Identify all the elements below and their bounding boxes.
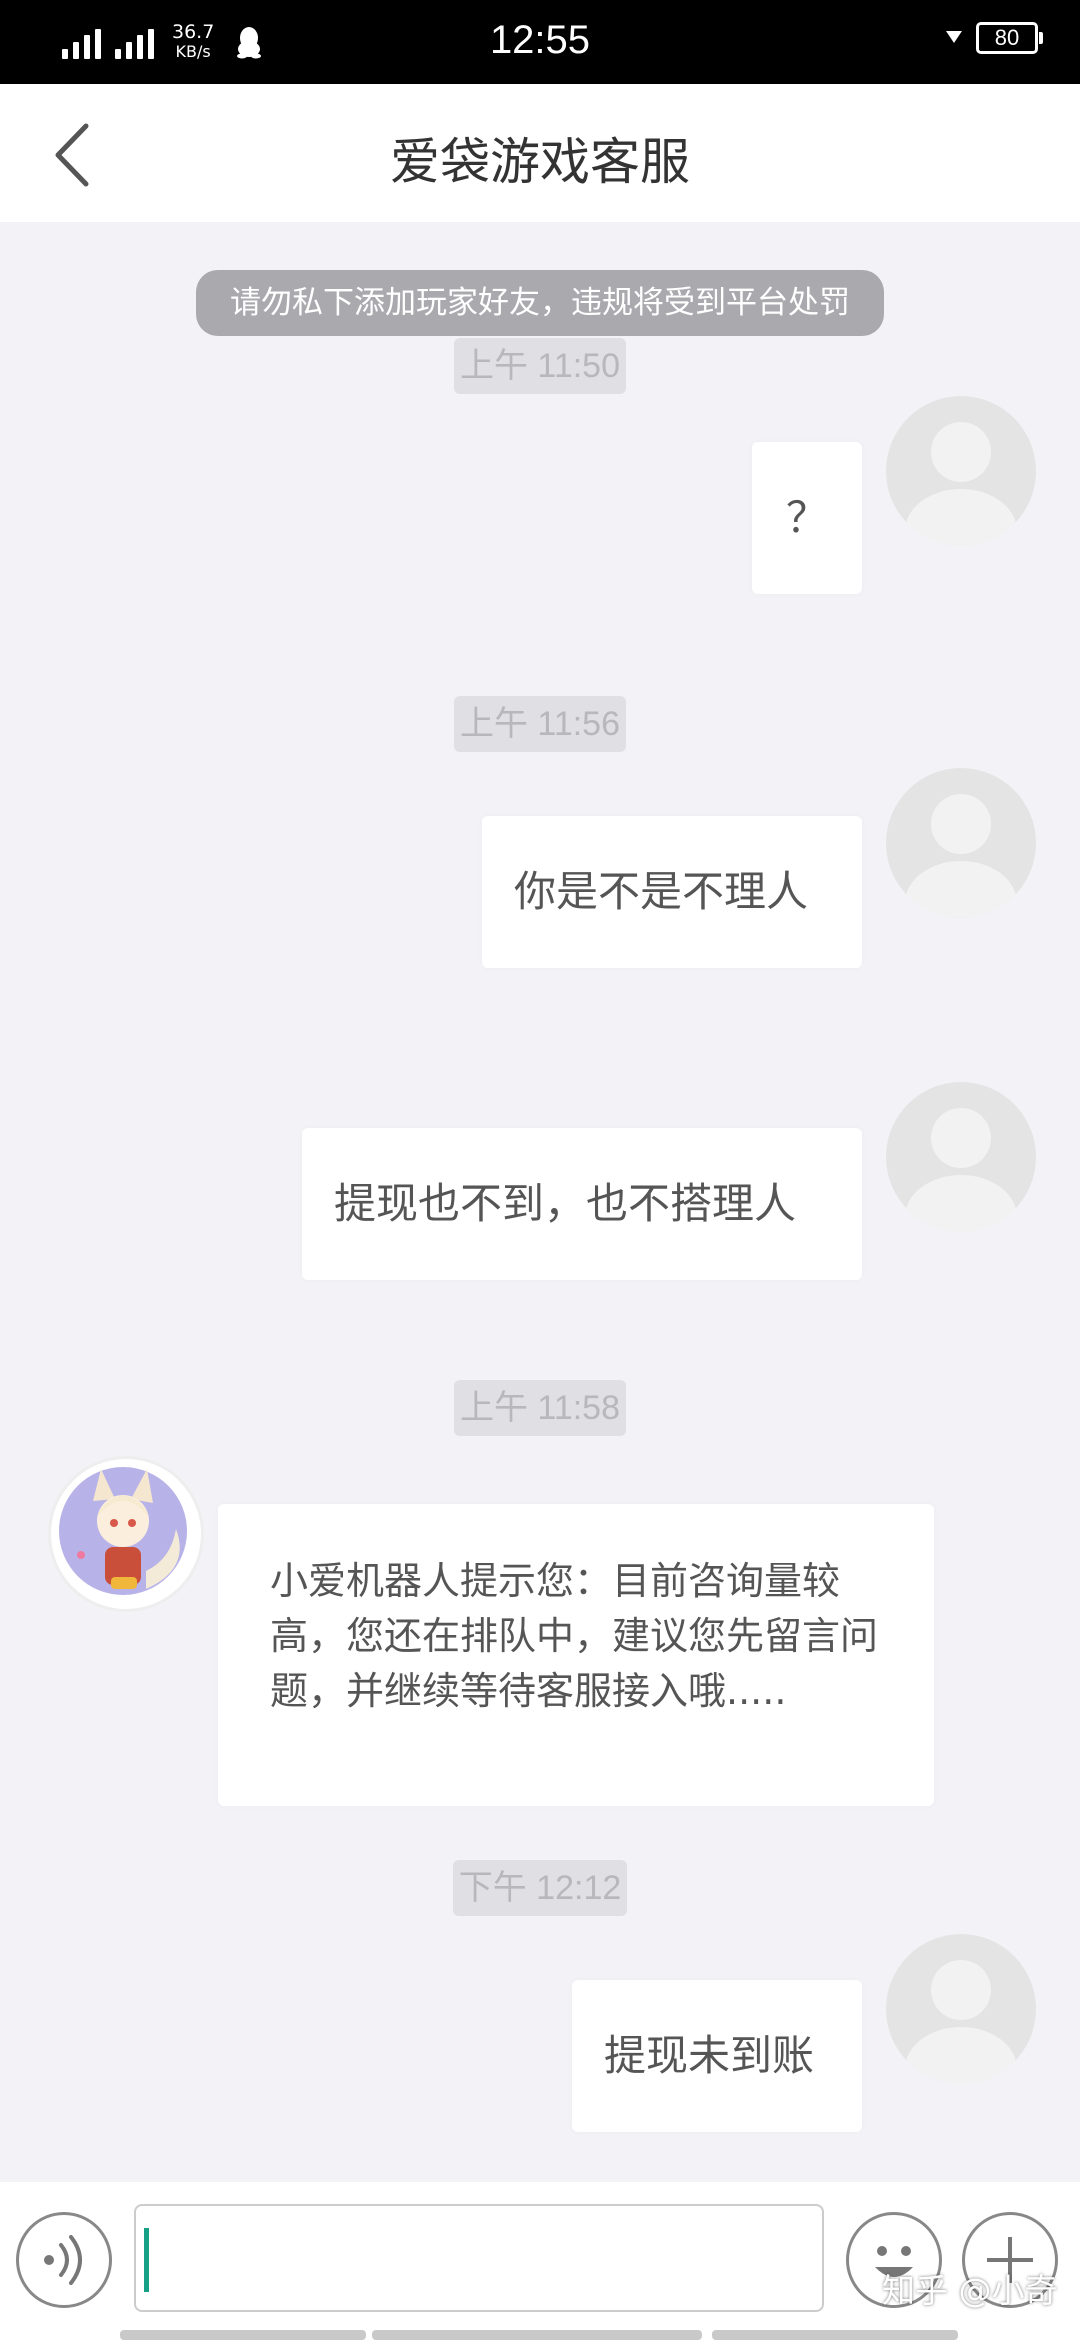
voice-button[interactable] xyxy=(16,2212,112,2308)
user-silhouette-icon xyxy=(905,422,1017,546)
timestamp-label: 上午 11:50 xyxy=(453,338,626,394)
timestamp: 上午 11:58 xyxy=(0,1380,1080,1436)
voice-icon xyxy=(44,2235,82,2285)
user-silhouette-icon xyxy=(905,1108,1017,1232)
watermark: 知乎 @小奇 xyxy=(882,2271,1058,2310)
bottom-nav-segment xyxy=(372,2330,702,2340)
notice-banner: 请勿私下添加玩家好友，违规将受到平台处罚 xyxy=(196,270,884,336)
navigation-bar: 爱袋游戏客服 xyxy=(0,84,1080,222)
bot-avatar[interactable] xyxy=(48,1456,204,1612)
wifi-icon xyxy=(946,31,962,43)
status-clock: 12:55 xyxy=(489,18,591,62)
message-input[interactable] xyxy=(134,2204,824,2312)
status-right: 80 xyxy=(946,22,1043,54)
text-cursor xyxy=(144,2228,149,2292)
chat-area[interactable]: 请勿私下添加玩家好友，违规将受到平台处罚 上午 11:50 ？ 上午 11:56… xyxy=(0,222,1080,2182)
battery-indicator: 80 xyxy=(976,22,1043,54)
message-bubble-received[interactable]: 小爱机器人提示您：目前咨询量较高，您还在排队中，建议您先留言问题，并继续等待客服… xyxy=(218,1504,934,1806)
user-silhouette-icon xyxy=(905,794,1017,918)
user-avatar[interactable] xyxy=(886,768,1036,918)
page-title: 爱袋游戏客服 xyxy=(390,133,690,191)
bottom-nav-segment xyxy=(120,2330,366,2340)
timestamp-label: 上午 11:58 xyxy=(453,1380,626,1436)
message-bubble-sent[interactable]: 提现也不到，也不搭理人 xyxy=(302,1128,862,1280)
timestamp: 下午 12:12 xyxy=(0,1860,1080,1916)
fox-mascot-icon xyxy=(59,1467,187,1595)
user-avatar[interactable] xyxy=(886,396,1036,546)
message-bubble-sent[interactable]: 提现未到账 xyxy=(572,1980,862,2132)
timestamp: 上午 11:56 xyxy=(0,696,1080,752)
message-bubble-sent[interactable]: 你是不是不理人 xyxy=(482,816,862,968)
timestamp-label: 上午 11:56 xyxy=(453,696,626,752)
user-avatar[interactable] xyxy=(886,1934,1036,2084)
bottom-nav-segment xyxy=(712,2330,958,2340)
user-silhouette-icon xyxy=(905,1960,1017,2084)
timestamp: 上午 11:50 xyxy=(0,338,1080,394)
user-avatar[interactable] xyxy=(886,1082,1036,1232)
input-bar xyxy=(0,2182,1080,2340)
message-bubble-sent[interactable]: ？ xyxy=(752,442,862,594)
status-bar: 36.7 KB/s 12:55 80 xyxy=(0,0,1080,84)
timestamp-label: 下午 12:12 xyxy=(452,1860,628,1916)
